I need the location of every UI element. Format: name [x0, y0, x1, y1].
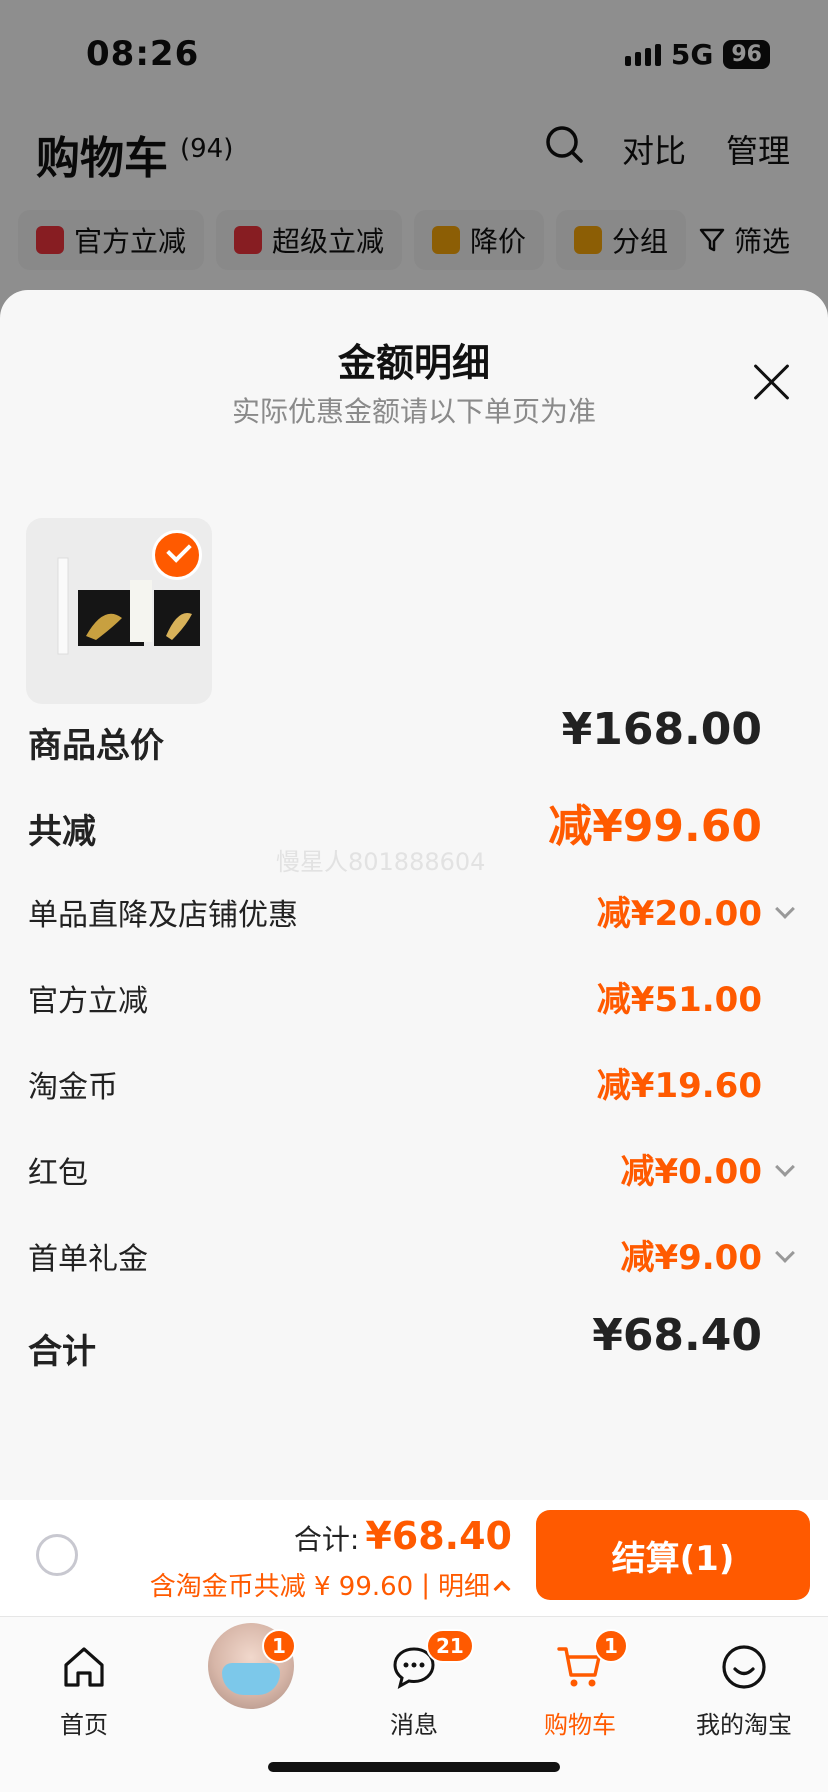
breakdown-value: 减¥51.00	[596, 980, 762, 1020]
total-amount: ¥68.40	[365, 1514, 512, 1558]
tab-home[interactable]: 首页	[14, 1629, 154, 1739]
tab-messages[interactable]: 21 消息	[344, 1629, 484, 1739]
breakdown-row[interactable]: 首单礼金 减¥9.00	[28, 1224, 798, 1284]
tab-avatar[interactable]: 1	[180, 1623, 320, 1739]
breakdown-row: 淘金币 减¥19.60	[28, 1052, 798, 1112]
breakdown-label: 共减	[28, 812, 96, 852]
breakdown-label: 商品总价	[28, 726, 164, 766]
messages-badge: 21	[426, 1629, 474, 1663]
breakdown-value: ¥68.40	[592, 1310, 762, 1361]
total-label: 合计:	[293, 1523, 360, 1556]
breakdown-value: 减¥99.60	[548, 801, 762, 852]
savings-line: 含淘金币共减 ¥ 99.60 | 明细	[149, 1566, 511, 1603]
checkout-button[interactable]: 结算(1)	[536, 1510, 810, 1600]
sheet-subtitle: 实际优惠金额请以下单页为准	[231, 395, 596, 428]
chevron-down-icon[interactable]	[775, 1243, 795, 1263]
cart-badge: 1	[594, 1629, 628, 1663]
select-all-radio[interactable]	[36, 1534, 78, 1576]
smile-icon	[722, 1645, 766, 1689]
chevron-down-icon[interactable]	[775, 1157, 795, 1177]
breakdown-label: 合计	[28, 1332, 96, 1372]
breakdown-row: 共减 减¥99.60	[28, 794, 798, 854]
tab-mine-label: 我的淘宝	[696, 1711, 792, 1739]
home-indicator	[268, 1762, 560, 1772]
tab-messages-label: 消息	[390, 1711, 438, 1739]
total-line: 合计: ¥68.40	[294, 1514, 512, 1558]
breakdown-label: 官方立减	[28, 984, 148, 1019]
tab-cart-label: 购物车	[544, 1711, 616, 1739]
breakdown-value: 减¥20.00	[596, 894, 762, 934]
sheet-title: 金额明细	[337, 341, 490, 385]
breakdown-row: 官方立减 减¥51.00	[28, 966, 798, 1026]
savings-separator: |	[421, 1569, 430, 1600]
tab-cart[interactable]: 1 购物车	[510, 1629, 650, 1739]
breakdown-label: 首单礼金	[28, 1242, 148, 1277]
breakdown-label: 单品直降及店铺优惠	[28, 898, 298, 933]
details-toggle[interactable]: 明细	[437, 1566, 511, 1603]
chevron-down-icon[interactable]	[775, 899, 795, 919]
close-button[interactable]	[750, 360, 794, 404]
breakdown-value: 减¥0.00	[620, 1152, 762, 1192]
checkout-bar: 合计: ¥68.40 含淘金币共减 ¥ 99.60 | 明细 结算(1)	[0, 1500, 828, 1616]
details-label: 明细	[437, 1572, 490, 1602]
tab-home-label: 首页	[60, 1711, 108, 1739]
selected-check-icon[interactable]	[152, 530, 202, 580]
breakdown-label: 淘金币	[28, 1070, 118, 1105]
avatar-badge: 1	[262, 1629, 296, 1663]
breakdown-row[interactable]: 红包 减¥0.00	[28, 1138, 798, 1198]
breakdown-value: ¥168.00	[561, 704, 762, 755]
breakdown-row: 合计 ¥68.40	[28, 1310, 798, 1374]
savings-text: 含淘金币共减 ¥ 99.60	[149, 1572, 414, 1602]
tab-mine[interactable]: 我的淘宝	[674, 1629, 814, 1739]
breakdown-value: 减¥19.60	[596, 1066, 762, 1106]
breakdown-value: 减¥9.00	[620, 1238, 762, 1278]
avatar-mask	[222, 1663, 280, 1695]
breakdown-label: 红包	[28, 1156, 88, 1191]
breakdown-row: 商品总价 ¥168.00	[28, 704, 798, 768]
home-icon	[64, 1647, 104, 1687]
chevron-up-icon	[493, 1580, 511, 1597]
breakdown-row[interactable]: 单品直降及店铺优惠 减¥20.00	[28, 880, 798, 940]
